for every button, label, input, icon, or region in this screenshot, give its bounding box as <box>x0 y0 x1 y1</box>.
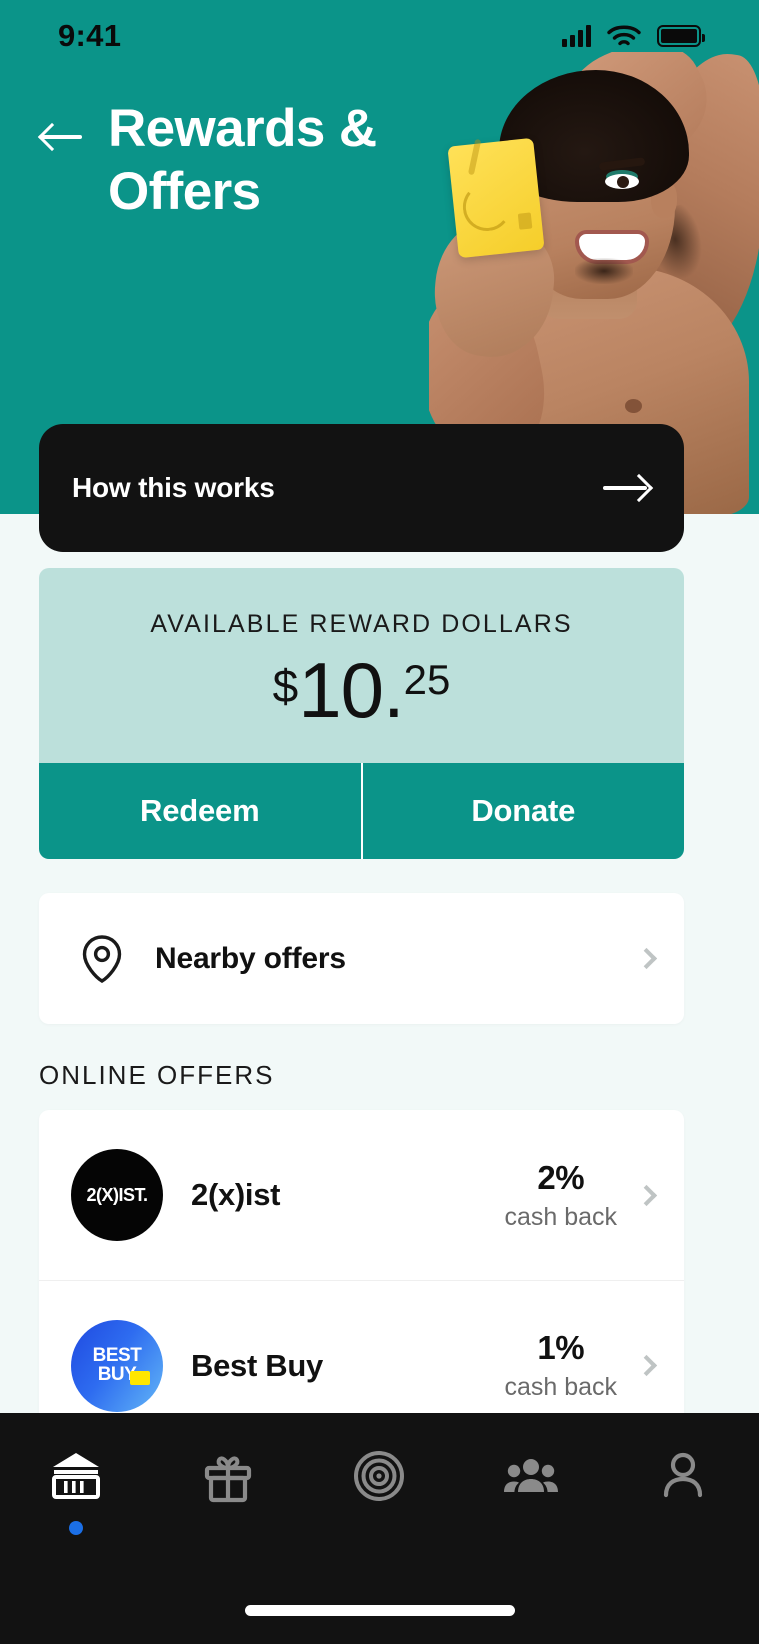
page-title: Rewards & Offers <box>108 99 377 221</box>
how-this-works-card[interactable]: How this works <box>39 424 684 552</box>
offer-sublabel: cash back <box>504 1373 617 1401</box>
gift-tab[interactable] <box>152 1445 304 1535</box>
bank-tab[interactable] <box>0 1445 152 1535</box>
donate-button[interactable]: Donate <box>360 763 685 859</box>
active-tab-indicator <box>68 1521 83 1535</box>
gift-icon <box>204 1456 251 1503</box>
status-time: 9:41 <box>58 18 122 53</box>
location-pin-icon <box>79 934 125 984</box>
currency-symbol: $ <box>272 660 299 712</box>
bottom-tab-bar <box>0 1413 759 1644</box>
profile-tab[interactable] <box>607 1445 759 1535</box>
back-arrow-icon[interactable] <box>40 114 86 160</box>
status-icons <box>562 24 705 49</box>
offer-name: Best Buy <box>191 1347 323 1383</box>
yellow-card-icon <box>447 137 545 259</box>
online-offers-list: 2(X)IST. 2(x)ist 2% cash back BEST BUY B… <box>39 1110 684 1450</box>
target-icon <box>354 1451 405 1501</box>
target-tab[interactable] <box>304 1445 456 1535</box>
online-offers-title: ONLINE OFFERS <box>39 1060 275 1090</box>
people-tab[interactable] <box>455 1445 607 1535</box>
brand-logo-bestbuy: BEST BUY <box>71 1319 163 1412</box>
reward-amount: $ 10. 25 <box>273 651 451 729</box>
offer-percent: 2% <box>537 1158 585 1196</box>
phone-screen: 9:41 Rewards & Offers How this works AVA… <box>0 0 759 1644</box>
wifi-icon <box>607 25 641 45</box>
arrow-right-icon <box>603 473 651 503</box>
cellular-signal-icon <box>562 25 591 47</box>
offer-values: 2% cash back <box>504 1159 617 1232</box>
chevron-right-icon <box>635 1354 658 1377</box>
amount-whole: 10. <box>298 646 404 734</box>
card-chip <box>517 212 533 230</box>
photo-goatee <box>575 258 633 284</box>
status-bar: 9:41 <box>0 0 759 72</box>
photo-detail <box>625 399 642 413</box>
offer-sublabel: cash back <box>504 1202 617 1231</box>
home-indicator <box>244 1605 515 1616</box>
card-mark <box>467 138 482 176</box>
person-icon <box>663 1452 703 1498</box>
nearby-offers-row[interactable]: Nearby offers <box>39 893 684 1024</box>
photo-pupil <box>617 176 629 188</box>
list-item[interactable]: 2(X)IST. 2(x)ist 2% cash back <box>39 1110 684 1280</box>
photo-mouth <box>579 234 645 260</box>
offer-name: 2(x)ist <box>191 1177 281 1212</box>
offer-values: 1% cash back <box>504 1329 617 1402</box>
nearby-offers-label: Nearby offers <box>155 941 346 975</box>
battery-icon <box>657 25 705 47</box>
how-this-works-label: How this works <box>72 472 275 503</box>
offer-percent: 1% <box>537 1329 585 1366</box>
available-reward-card: AVAILABLE REWARD DOLLARS $ 10. 25 Redeem… <box>39 568 684 859</box>
brand-logo-2xist: 2(X)IST. <box>71 1149 163 1241</box>
chevron-right-icon <box>635 1184 658 1206</box>
amount-cents: 25 <box>403 656 451 703</box>
reward-actions: Redeem Donate <box>39 763 684 859</box>
people-icon <box>504 1459 559 1492</box>
page-header: Rewards & Offers <box>40 98 438 223</box>
reward-amount-panel: AVAILABLE REWARD DOLLARS $ 10. 25 <box>39 568 684 763</box>
logo-text: 2(X)IST. <box>86 1184 148 1205</box>
bank-icon <box>51 1453 100 1499</box>
chevron-right-icon <box>635 947 658 970</box>
logo-tag <box>130 1370 150 1385</box>
redeem-button[interactable]: Redeem <box>39 763 361 859</box>
offer-meta: 2% cash back <box>504 1159 658 1232</box>
offer-meta: 1% cash back <box>504 1329 658 1402</box>
reward-label: AVAILABLE REWARD DOLLARS <box>150 610 573 638</box>
